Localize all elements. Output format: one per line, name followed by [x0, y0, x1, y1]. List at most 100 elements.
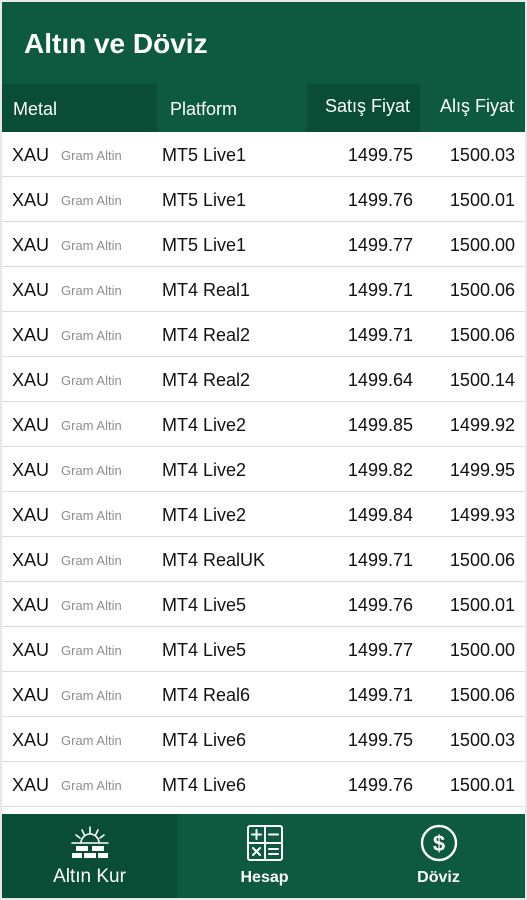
buy-price: 1500.01 — [449, 775, 515, 795]
platform-name: MT4 Live2 — [162, 460, 247, 480]
metal-code: XAU — [12, 640, 50, 660]
metal-code: XAU — [12, 775, 50, 795]
nav-altin-kur[interactable]: Altın Kur — [2, 814, 177, 898]
table-row[interactable]: XAU Gram Altin MT4 Live5 1499.77 1500.00 — [2, 627, 525, 672]
metal-subtitle: Gram Altin — [61, 508, 122, 523]
metal-subtitle: Gram Altin — [61, 553, 122, 568]
buy-price: 1500.03 — [449, 145, 515, 165]
metal-code: XAU — [12, 595, 50, 615]
buy-price: 1500.14 — [449, 370, 515, 390]
table-row[interactable]: XAU Gram Altin MT4 Real6 1499.71 1500.06 — [2, 672, 525, 717]
buy-price: 1499.93 — [449, 505, 515, 525]
table-row[interactable]: XAU Gram Altin MT4 Live2 1499.84 1499.93 — [2, 492, 525, 537]
calculator-icon — [246, 825, 283, 861]
sell-price: 1499.85 — [347, 415, 413, 435]
platform-name: MT4 Live2 — [162, 415, 247, 435]
bottom-nav: Altın Kur Hesap $ Döviz — [2, 814, 525, 898]
buy-price: 1500.06 — [449, 550, 515, 570]
buy-price: 1499.95 — [449, 460, 515, 480]
metal-subtitle: Gram Altin — [61, 778, 122, 793]
metal-subtitle: Gram Altin — [61, 148, 122, 163]
platform-name: MT4 Live5 — [162, 595, 247, 615]
header-buy-cell: Alış Fiyat — [420, 84, 525, 132]
buy-price: 1500.06 — [449, 325, 515, 345]
metal-code: XAU — [12, 325, 50, 345]
table-row[interactable]: XAU Gram Altin MT4 RealUK 1499.71 1500.0… — [2, 537, 525, 582]
platform-name: MT4 Live6 — [162, 730, 247, 750]
metal-subtitle: Gram Altin — [61, 733, 122, 748]
sell-price: 1499.75 — [347, 145, 413, 165]
buy-price: 1500.06 — [449, 280, 515, 300]
platform-name: MT4 Real2 — [162, 370, 251, 390]
buy-price: 1499.92 — [449, 415, 515, 435]
platform-name: MT4 Live5 — [162, 640, 247, 660]
metal-code: XAU — [12, 145, 50, 165]
metal-code: XAU — [12, 280, 50, 300]
app-frame: Altın ve Döviz Metal Platform Satış Fiya… — [2, 2, 525, 898]
table-row[interactable]: XAU Gram Altin MT5 Live1 1499.76 1500.01 — [2, 177, 525, 222]
metal-subtitle: Gram Altin — [61, 418, 122, 433]
table-row[interactable]: XAU Gram Altin MT4 Live6 1499.75 1500.03 — [2, 717, 525, 762]
platform-name: MT5 Live1 — [162, 145, 247, 165]
buy-price: 1500.06 — [449, 685, 515, 705]
metal-code: XAU — [12, 505, 50, 525]
sell-price: 1499.84 — [347, 505, 413, 525]
buy-price: 1500.03 — [449, 730, 515, 750]
metal-subtitle: Gram Altin — [61, 328, 122, 343]
metal-subtitle: Gram Altin — [61, 598, 122, 613]
table-row[interactable]: XAU Gram Altin MT4 Real2 1499.71 1500.06 — [2, 312, 525, 357]
metal-code: XAU — [12, 685, 50, 705]
metal-code: XAU — [12, 190, 50, 210]
sell-price: 1499.71 — [347, 685, 413, 705]
header-metal-cell: Metal — [2, 84, 157, 132]
platform-name: MT4 Real6 — [162, 685, 251, 705]
metal-subtitle: Gram Altin — [61, 193, 122, 208]
table-row[interactable]: XAU Gram Altin MT5 Live1 1499.77 1500.00 — [2, 222, 525, 267]
nav-doviz[interactable]: $ Döviz — [352, 814, 525, 898]
metal-code: XAU — [12, 370, 50, 390]
table-header: Metal Platform Satış Fiyat Alış Fiyat — [2, 84, 525, 132]
metal-subtitle: Gram Altin — [61, 283, 122, 298]
metal-code: XAU — [12, 415, 50, 435]
nav-label: Döviz — [417, 869, 460, 886]
table-row[interactable]: XAU Gram Altin MT4 Real1 1499.71 1500.06 — [2, 267, 525, 312]
platform-name: MT5 Live1 — [162, 235, 247, 255]
table-row[interactable]: XAU Gram Altin MT5 Live1 1499.75 1500.03 — [2, 132, 525, 177]
platform-name: MT4 RealUK — [162, 550, 266, 570]
buy-price: 1500.00 — [449, 235, 515, 255]
nav-label: Altın Kur — [53, 866, 126, 887]
page-title: Altın ve Döviz — [24, 28, 208, 59]
table-row[interactable]: XAU Gram Altin MT4 Live2 1499.82 1499.95 — [2, 447, 525, 492]
metal-subtitle: Gram Altin — [61, 688, 122, 703]
platform-name: MT4 Live2 — [162, 505, 247, 525]
platform-name: MT4 Real2 — [162, 325, 251, 345]
metal-subtitle: Gram Altin — [61, 643, 122, 658]
nav-label: Hesap — [240, 869, 289, 886]
nav-hesap[interactable]: Hesap — [177, 814, 352, 898]
metal-subtitle: Gram Altin — [61, 373, 122, 388]
sell-price: 1499.77 — [347, 235, 413, 255]
buy-price: 1500.00 — [449, 640, 515, 660]
table-row[interactable]: XAU Gram Altin MT4 Live6 1499.76 1500.01 — [2, 762, 525, 807]
buy-price: 1500.01 — [449, 190, 515, 210]
sell-price: 1499.71 — [347, 325, 413, 345]
header-buy: Alış Fiyat — [439, 96, 514, 116]
dollar-coin-icon: $ — [420, 824, 457, 862]
metal-code: XAU — [12, 550, 50, 570]
sell-price: 1499.71 — [347, 280, 413, 300]
table-row[interactable]: XAU Gram Altin MT4 Live5 1499.76 1500.01 — [2, 582, 525, 627]
sell-price: 1499.71 — [347, 550, 413, 570]
metal-subtitle: Gram Altin — [61, 463, 122, 478]
buy-price: 1500.01 — [449, 595, 515, 615]
app-bar: Altın ve Döviz — [2, 2, 525, 84]
metal-code: XAU — [12, 235, 50, 255]
sell-price: 1499.76 — [347, 595, 413, 615]
gold-bars-sunrise-icon — [70, 826, 109, 858]
sell-price: 1499.82 — [347, 460, 413, 480]
table-row[interactable]: XAU Gram Altin MT4 Real2 1499.64 1500.14 — [2, 357, 525, 402]
table-row[interactable]: XAU Gram Altin MT4 Live2 1499.85 1499.92 — [2, 402, 525, 447]
header-platform: Platform — [170, 99, 238, 119]
price-table: XAU Gram Altin MT5 Live1 1499.75 1500.03… — [2, 132, 525, 807]
metal-code: XAU — [12, 460, 50, 480]
metal-code: XAU — [12, 730, 50, 750]
